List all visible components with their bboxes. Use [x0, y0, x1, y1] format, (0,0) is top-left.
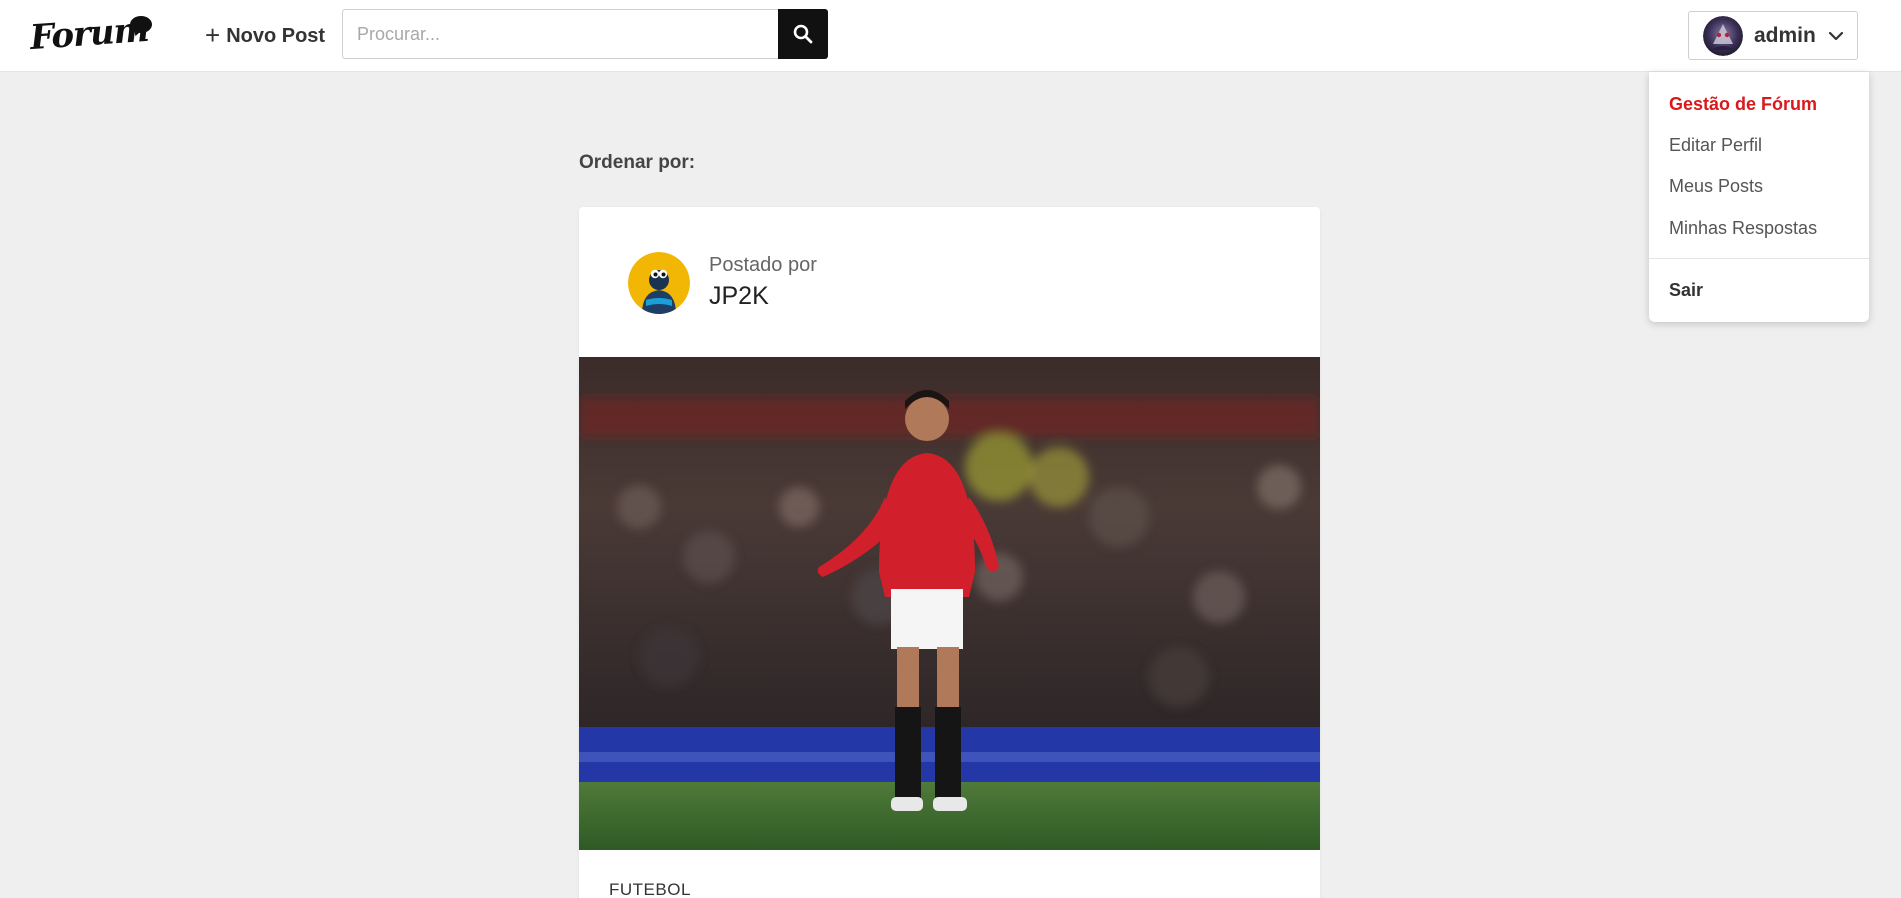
user-dropdown-menu: Gestão de Fórum Editar Perfil Meus Posts…: [1649, 72, 1869, 322]
post-card: Postado por JP2K FUTEBOL: [579, 207, 1320, 898]
new-post-label: Novo Post: [226, 24, 326, 47]
search-icon: [793, 24, 813, 44]
author-avatar[interactable]: [628, 252, 690, 314]
forum-logo[interactable]: Forum: [29, 10, 158, 58]
menu-item-logout[interactable]: Sair: [1669, 280, 1703, 301]
posted-by-label: Postado por: [709, 254, 817, 276]
post-category[interactable]: FUTEBOL: [609, 880, 691, 898]
user-name: admin: [1754, 23, 1816, 47]
top-navbar: Forum + Novo Post Procurar... admin: [0, 0, 1901, 72]
user-avatar: [1703, 15, 1743, 56]
search-button[interactable]: [778, 9, 828, 59]
user-menu-button[interactable]: admin: [1688, 11, 1858, 60]
menu-divider: [1649, 258, 1869, 259]
menu-item-edit-profile[interactable]: Editar Perfil: [1669, 135, 1762, 156]
menu-item-my-posts[interactable]: Meus Posts: [1669, 176, 1763, 197]
speech-bubble-icon: [130, 16, 152, 33]
menu-item-forum-management[interactable]: Gestão de Fórum: [1669, 94, 1817, 115]
chevron-down-icon: [1828, 31, 1843, 40]
menu-item-my-replies[interactable]: Minhas Respostas: [1669, 218, 1817, 239]
sort-by-label[interactable]: Ordenar por:: [579, 152, 695, 174]
plus-icon: +: [205, 19, 221, 50]
post-author-name[interactable]: JP2K: [709, 282, 769, 311]
search-input[interactable]: [342, 9, 778, 59]
post-image[interactable]: [579, 357, 1320, 850]
new-post-button[interactable]: + Novo Post: [205, 20, 325, 52]
search-bar: [342, 9, 828, 59]
